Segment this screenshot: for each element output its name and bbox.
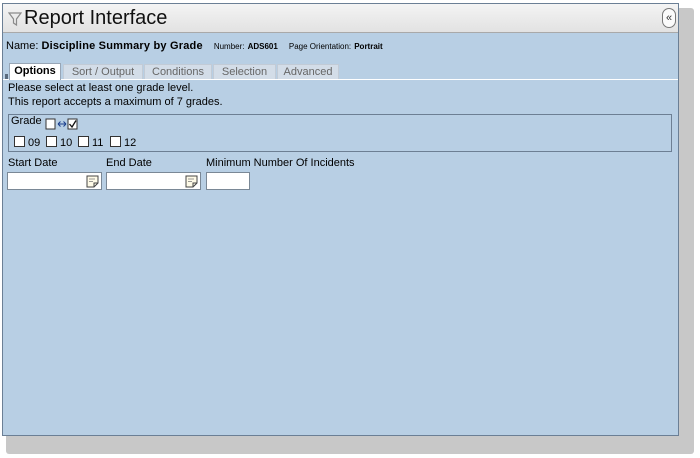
select-all-toggle-icon[interactable] xyxy=(45,118,79,130)
number-label: Number: xyxy=(213,42,245,51)
report-info: Name: Discipline Summary by Grade Number… xyxy=(6,40,383,52)
page-orientation: Portrait xyxy=(354,42,383,51)
end-date-input[interactable] xyxy=(106,172,201,190)
title-bar: Report Interface « xyxy=(3,4,678,33)
calendar-icon[interactable] xyxy=(185,175,198,188)
grade-10-label: 10 xyxy=(60,137,73,149)
grade-label: Grade xyxy=(11,115,42,127)
end-date-label: End Date xyxy=(106,157,152,169)
name-label: Name: xyxy=(6,40,39,52)
funnel-icon xyxy=(8,12,22,27)
grade-09-label: 09 xyxy=(28,137,41,149)
report-name: Discipline Summary by Grade xyxy=(41,40,203,52)
window-title: Report Interface xyxy=(24,7,168,29)
grade-09-option[interactable]: 09 xyxy=(14,136,40,149)
tab-selection[interactable]: Selection xyxy=(213,64,276,79)
grade-group: Grade 09 10 11 12 xyxy=(8,114,672,152)
grade-09-checkbox[interactable] xyxy=(14,136,25,147)
tab-conditions[interactable]: Conditions xyxy=(144,64,212,79)
grade-12-option[interactable]: 12 xyxy=(110,136,136,149)
collapse-button[interactable]: « xyxy=(662,8,676,28)
grade-10-checkbox[interactable] xyxy=(46,136,57,147)
tab-bar: Options Sort / Output Conditions Selecti… xyxy=(3,63,678,80)
report-number: ADS601 xyxy=(247,42,278,51)
tab-advanced[interactable]: Advanced xyxy=(277,64,339,79)
min-incidents-input[interactable] xyxy=(206,172,250,190)
grade-11-option[interactable]: 11 xyxy=(78,136,103,149)
tab-options[interactable]: Options xyxy=(9,63,61,80)
grade-10-option[interactable]: 10 xyxy=(46,136,72,149)
grade-12-label: 12 xyxy=(124,137,137,149)
calendar-icon[interactable] xyxy=(86,175,99,188)
start-date-label: Start Date xyxy=(8,157,58,169)
tab-sort-output[interactable]: Sort / Output xyxy=(63,64,143,79)
grade-12-checkbox[interactable] xyxy=(110,136,121,147)
grade-11-label: 11 xyxy=(92,137,104,149)
notice-select-grade: Please select at least one grade level. xyxy=(8,82,194,94)
orientation-label: Page Orientation: xyxy=(288,42,352,51)
report-interface-window: Report Interface « Name: Discipline Summ… xyxy=(2,3,679,436)
start-date-input[interactable] xyxy=(7,172,102,190)
notice-max-grades: This report accepts a maximum of 7 grade… xyxy=(8,96,223,108)
grade-11-checkbox[interactable] xyxy=(78,136,89,147)
min-incidents-label: Minimum Number Of Incidents xyxy=(206,157,355,169)
